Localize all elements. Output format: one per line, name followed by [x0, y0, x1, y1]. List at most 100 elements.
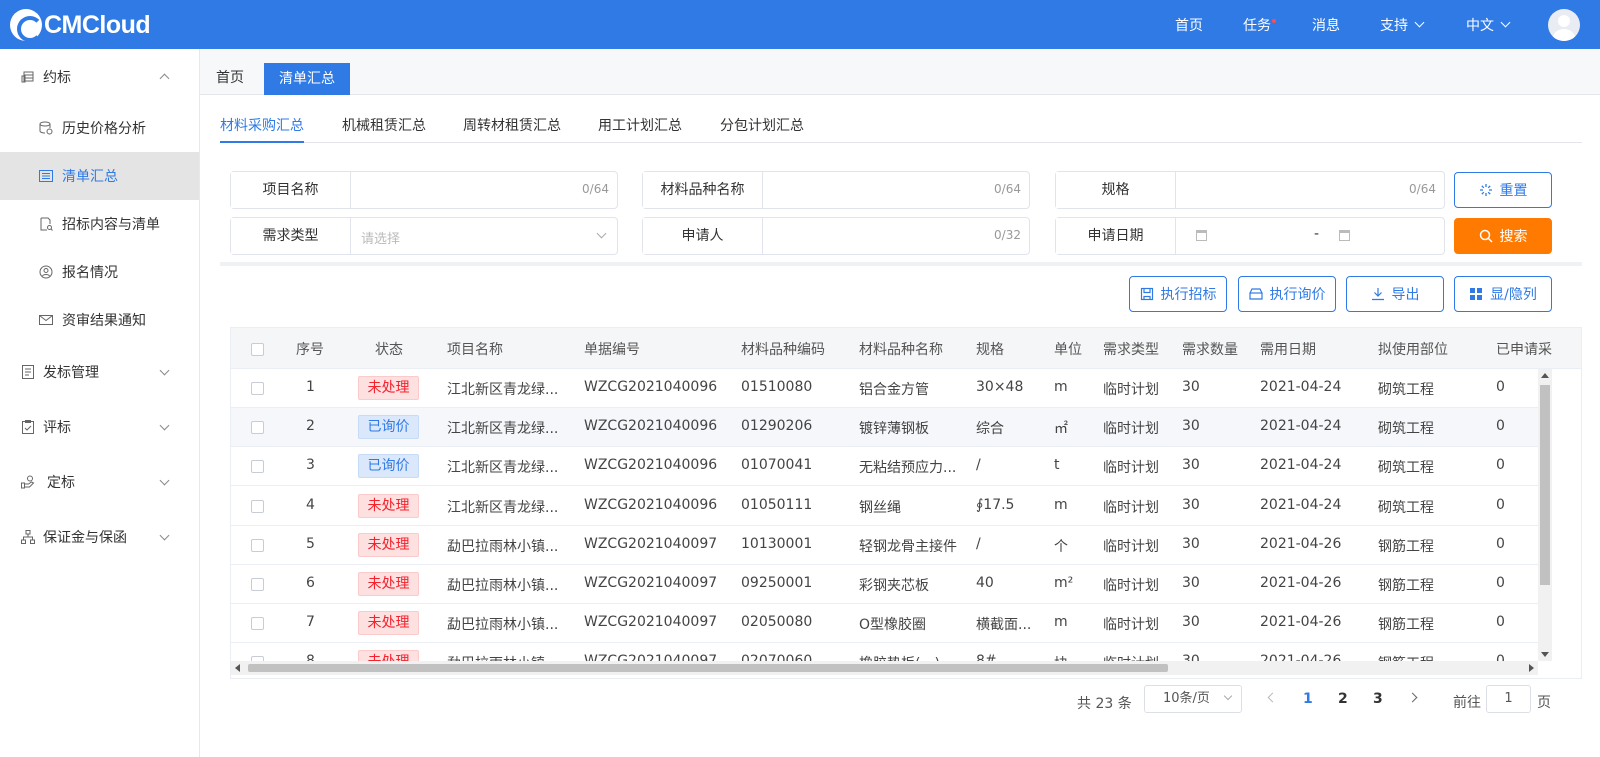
- page-size-select[interactable]: 10条/页: [1144, 685, 1242, 713]
- sidebar-item-registration[interactable]: 报名情况: [0, 248, 199, 296]
- scroll-right-arrow[interactable]: [1529, 664, 1534, 672]
- table-row[interactable]: 已询价 2 江北新区青龙绿... WZCG2021040096 01290206 镀锌薄钢…: [231, 408, 1539, 448]
- project-name-input[interactable]: 0/64: [351, 172, 617, 208]
- column-header[interactable]: 材料品种名称: [859, 339, 943, 359]
- column-header[interactable]: 已申请采: [1496, 339, 1552, 359]
- sidebar-item-price-history[interactable]: 历史价格分析: [0, 104, 199, 152]
- sidebar-item-list-summary[interactable]: 清单汇总: [0, 152, 199, 200]
- row-checkbox[interactable]: [251, 617, 264, 631]
- table-row[interactable]: 未处理 1 江北新区青龙绿... WZCG2021040096 01510080 铝合金方…: [231, 369, 1539, 408]
- horizontal-scrollbar[interactable]: [231, 661, 1538, 675]
- scroll-left-arrow[interactable]: [235, 664, 240, 672]
- sidebar-item-qualification-notice[interactable]: 资审结果通知: [0, 296, 199, 344]
- char-count: 0/32: [994, 228, 1021, 242]
- select-all-checkbox[interactable]: [251, 343, 264, 356]
- document-search-icon: [39, 217, 53, 231]
- cell-type: 临时计划: [1103, 538, 1159, 555]
- table-row[interactable]: 未处理 7 勐巴拉雨林小镇... WZCG2021040097 02050080 O型橡胶…: [231, 604, 1539, 644]
- column-header[interactable]: 状态: [375, 339, 403, 359]
- table-row[interactable]: 已询价 3 江北新区青龙绿... WZCG2021040096 01070041 无粘结预…: [231, 447, 1539, 487]
- sidebar-label: 定标: [47, 475, 75, 491]
- row-checkbox[interactable]: [251, 538, 264, 552]
- row-checkbox[interactable]: [251, 382, 264, 395]
- logo-icon: [10, 9, 43, 42]
- table-header: 序号 状态 项目名称 单据编号 材料品种编码 材料品种名称 规格 单位 需求类型…: [231, 328, 1581, 369]
- button-label: 执行招标: [1160, 287, 1217, 303]
- execute-bidding-button[interactable]: 执行招标: [1129, 276, 1227, 312]
- column-header[interactable]: 需求类型: [1103, 339, 1159, 359]
- reset-button[interactable]: 重置: [1454, 172, 1552, 208]
- prev-page-icon[interactable]: [1267, 692, 1278, 703]
- cell-unit: m: [1054, 614, 1068, 631]
- table-row[interactable]: 未处理 5 勐巴拉雨林小镇... WZCG2021040097 10130001 轻钢龙骨…: [231, 525, 1539, 565]
- cell-part: 砌筑工程: [1378, 499, 1434, 516]
- nav-home[interactable]: 首页: [1175, 0, 1203, 49]
- execute-inquiry-button[interactable]: 执行询价: [1238, 276, 1336, 312]
- reset-label: 重置: [1499, 183, 1528, 199]
- sidebar-group-deposit[interactable]: 保证金与保函: [0, 513, 199, 561]
- column-header[interactable]: 规格: [976, 339, 1004, 359]
- cell-code: 01510080: [741, 379, 813, 395]
- tab-list-summary[interactable]: 清单汇总: [264, 63, 350, 95]
- export-button[interactable]: 导出: [1346, 276, 1444, 312]
- document-icon: [21, 365, 35, 379]
- data-table: 序号 状态 项目名称 单据编号 材料品种编码 材料品种名称 规格 单位 需求类型…: [230, 327, 1582, 679]
- column-header[interactable]: 单位: [1054, 339, 1082, 359]
- row-checkbox[interactable]: [251, 578, 264, 591]
- nav-task[interactable]: 任务: [1243, 0, 1276, 49]
- language-dropdown[interactable]: 中文: [1466, 0, 1511, 49]
- chevron-down-icon: [159, 530, 170, 541]
- sidebar-label: 保证金与保函: [43, 530, 127, 546]
- cell-spec: 综合: [976, 421, 1004, 438]
- subtab-subcontract-plan[interactable]: 分包计划汇总: [720, 115, 804, 135]
- column-header[interactable]: 单据编号: [584, 339, 640, 359]
- applicant-input[interactable]: 0/32: [763, 218, 1029, 254]
- row-checkbox[interactable]: [251, 421, 264, 435]
- goto-page-input[interactable]: 1: [1486, 685, 1531, 713]
- sidebar-group-evaluation[interactable]: 评标: [0, 403, 199, 451]
- sidebar-group-yuebiao[interactable]: 约标: [0, 53, 199, 101]
- table-row[interactable]: 未处理 6 勐巴拉雨林小镇... WZCG2021040097 09250001 彩钢夹芯…: [231, 565, 1539, 604]
- vertical-scrollbar[interactable]: [1538, 369, 1552, 661]
- subtab-labor-plan[interactable]: 用工计划汇总: [598, 115, 682, 135]
- search-button[interactable]: 搜索: [1454, 218, 1552, 254]
- brand-logo[interactable]: CMCloud: [10, 8, 151, 42]
- page-number[interactable]: 3: [1373, 691, 1383, 707]
- scroll-down-arrow[interactable]: [1541, 652, 1549, 657]
- table-row[interactable]: 未处理 4 江北新区青龙绿... WZCG2021040096 01050111 钢丝绳 ∮…: [231, 486, 1539, 526]
- nav-messages[interactable]: 消息: [1312, 0, 1340, 49]
- subtab-machine-lease[interactable]: 机械租赁汇总: [342, 115, 426, 135]
- scroll-thumb[interactable]: [248, 664, 1168, 672]
- tab-home[interactable]: 首页: [202, 63, 258, 95]
- column-header[interactable]: 拟使用部位: [1378, 339, 1448, 359]
- demand-type-select[interactable]: 请选择: [351, 218, 617, 254]
- page-number[interactable]: 2: [1338, 691, 1348, 707]
- top-header: CMCloud 首页 任务 消息 支持 中文: [0, 0, 1600, 49]
- column-header[interactable]: 需求数量: [1182, 339, 1238, 359]
- sidebar-group-bid-release[interactable]: 发标管理: [0, 348, 199, 396]
- page-number[interactable]: 1: [1303, 691, 1313, 707]
- subtab-turnover-lease[interactable]: 周转材租赁汇总: [463, 115, 561, 135]
- spec-input[interactable]: 0/64: [1176, 172, 1444, 208]
- column-header[interactable]: 序号: [296, 339, 324, 359]
- user-avatar[interactable]: [1548, 9, 1580, 41]
- button-label: 导出: [1391, 287, 1420, 303]
- cell-applied: 0: [1496, 614, 1505, 631]
- next-page-icon[interactable]: [1407, 692, 1418, 703]
- cell-spec: 30×48: [976, 379, 1024, 395]
- row-checkbox[interactable]: [251, 499, 264, 513]
- sidebar-item-bid-content[interactable]: 招标内容与清单: [0, 200, 199, 248]
- row-checkbox[interactable]: [251, 460, 264, 474]
- nav-support-dropdown[interactable]: 支持: [1380, 0, 1425, 49]
- field-label: 申请人: [643, 218, 763, 254]
- scroll-up-arrow[interactable]: [1541, 373, 1549, 378]
- scroll-thumb[interactable]: [1540, 385, 1550, 585]
- column-header[interactable]: 材料品种编码: [741, 339, 825, 359]
- material-name-input[interactable]: 0/64: [763, 172, 1029, 208]
- sidebar-group-award[interactable]: 定标: [0, 458, 199, 506]
- toggle-columns-button[interactable]: 显/隐列: [1454, 276, 1552, 312]
- subtab-material-purchase[interactable]: 材料采购汇总: [220, 115, 304, 135]
- column-header[interactable]: 需用日期: [1260, 339, 1316, 359]
- date-range-picker[interactable]: -: [1176, 218, 1444, 254]
- column-header[interactable]: 项目名称: [447, 339, 503, 359]
